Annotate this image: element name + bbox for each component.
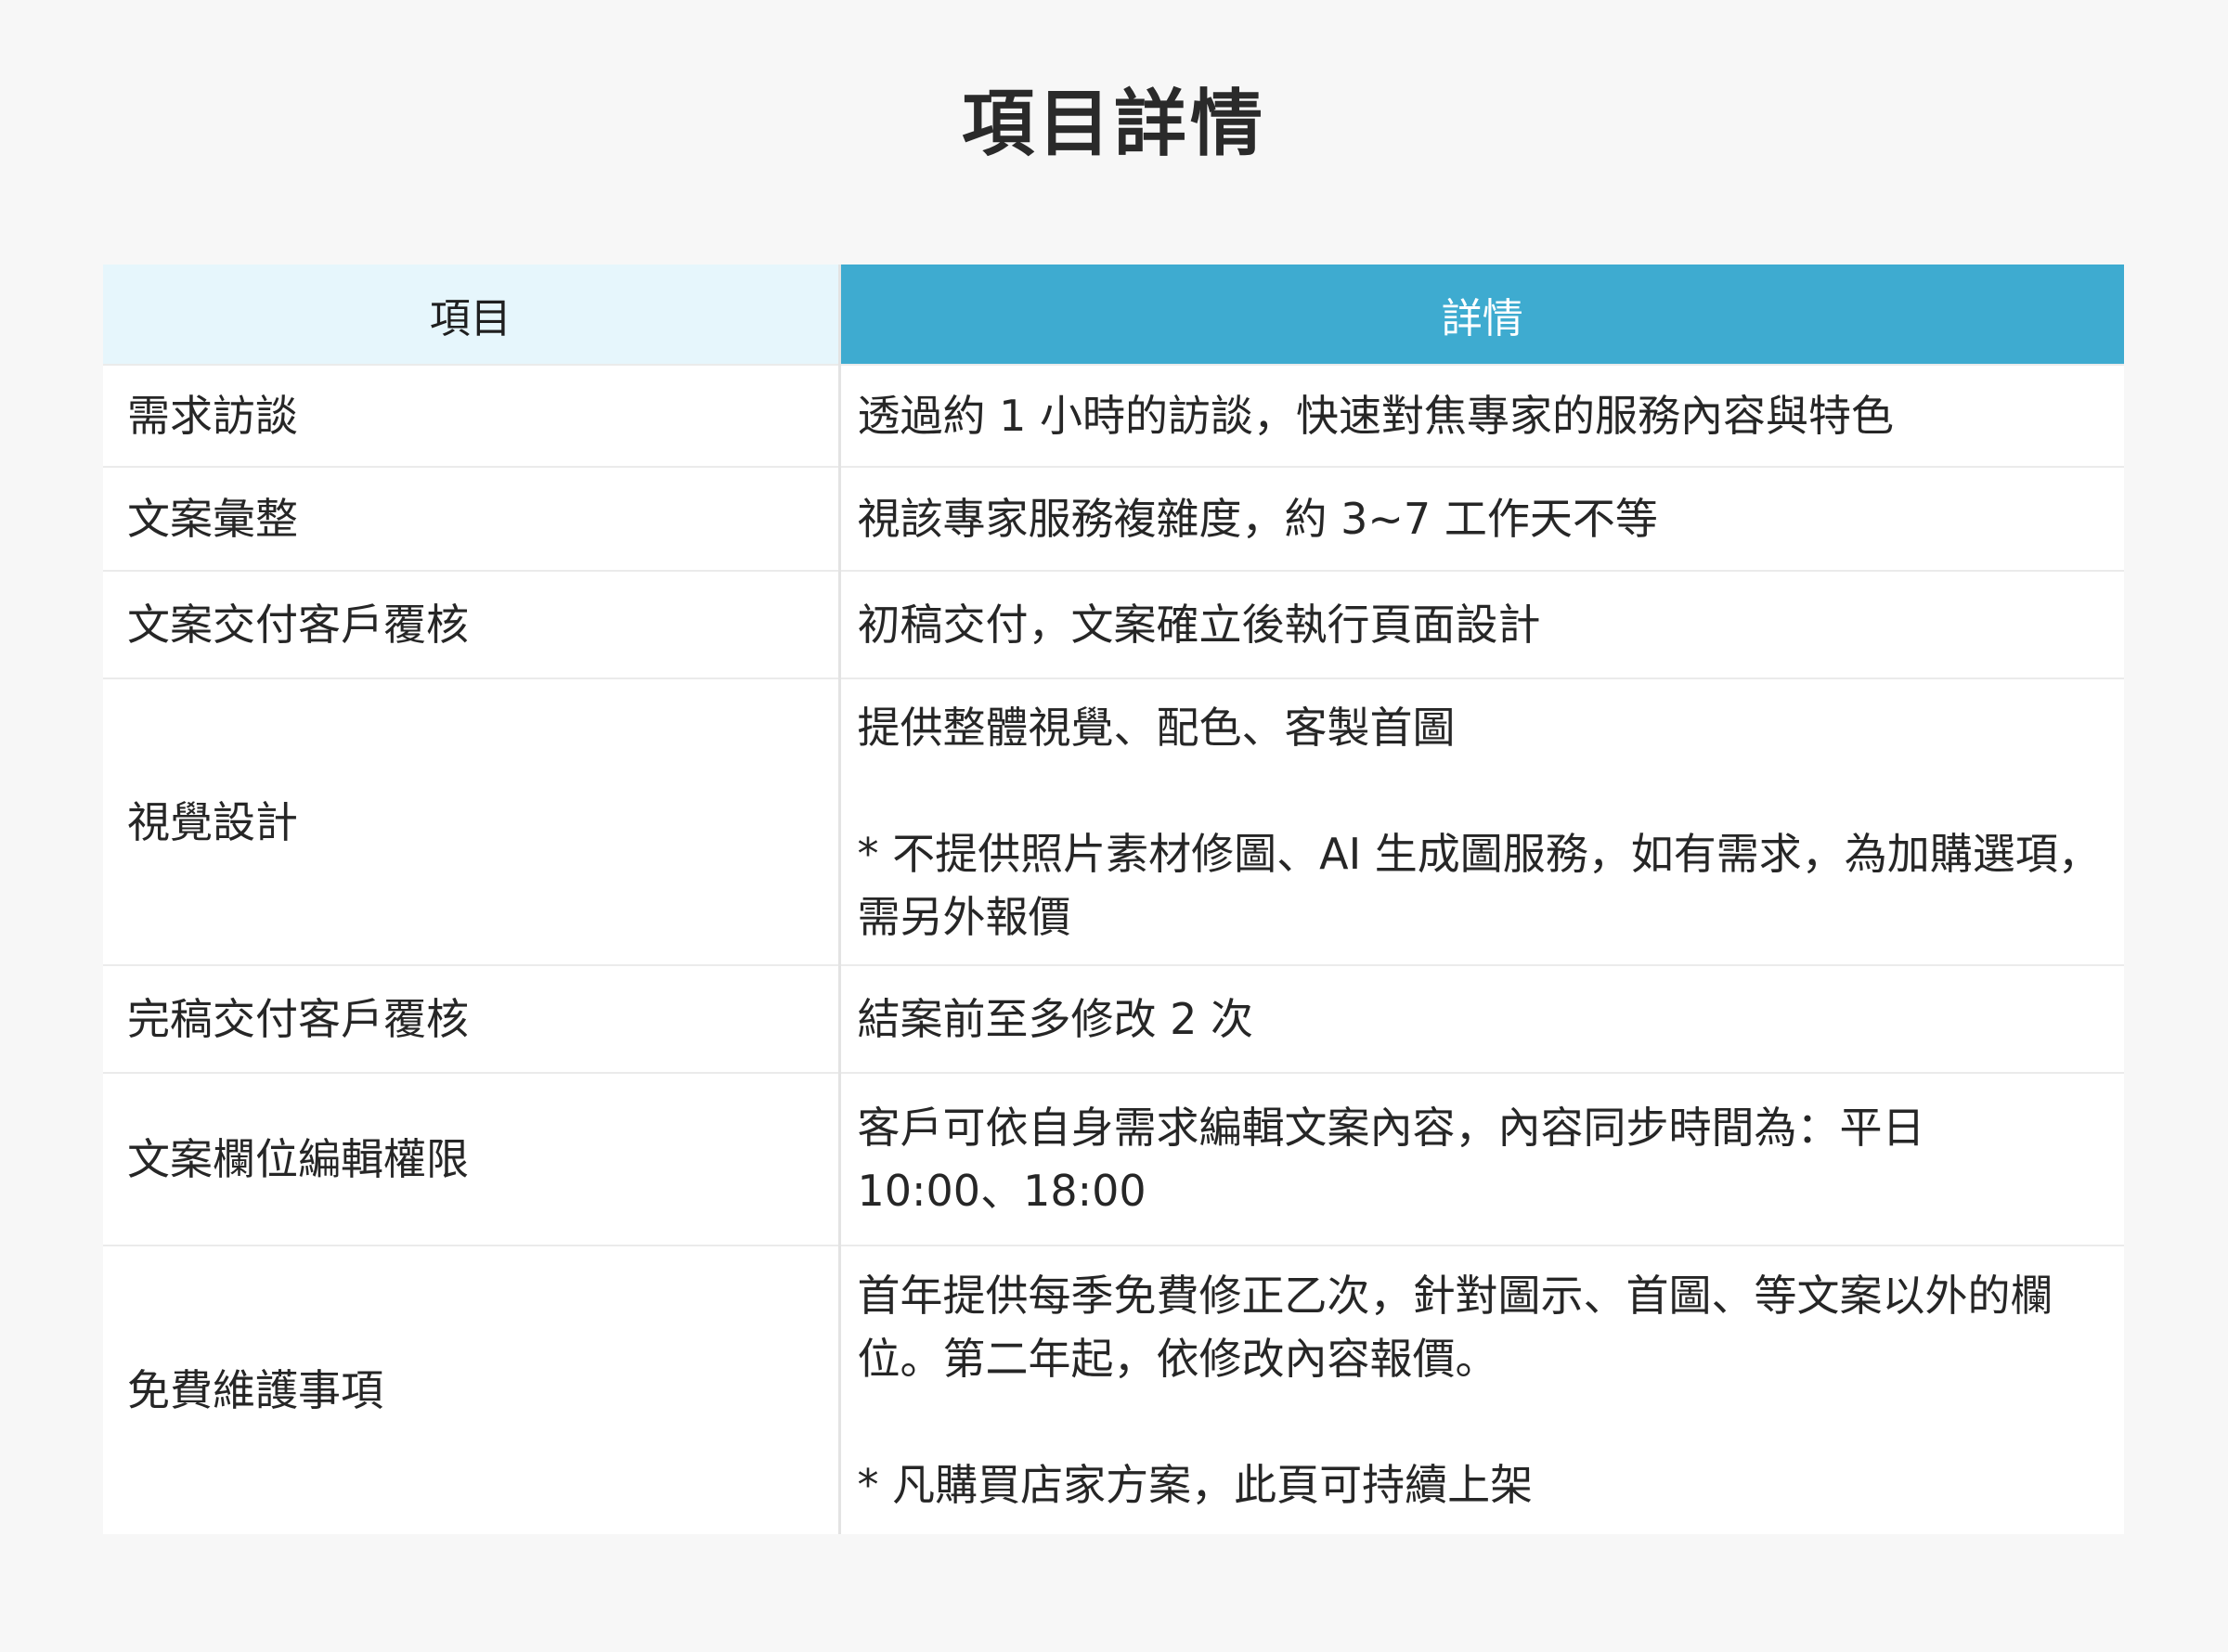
detail-cell: 透過約 1 小時的訪談，快速對焦專家的服務內容與特色 [837, 364, 2124, 467]
item-cell: 需求訪談 [103, 364, 839, 467]
item-cell: 視覺設計 [103, 678, 839, 965]
detail-cell: 客戶可依自身需求編輯文案內容，內容同步時間為：平日 10:00、18:00 [837, 1072, 2124, 1245]
column-header-item: 項目 [103, 265, 839, 365]
column-header-detail: 詳情 [837, 265, 2124, 365]
item-cell: 文案欄位編輯權限 [103, 1072, 839, 1245]
table-row: 視覺設計 提供整體視覺、配色、客製首圖 * 不提供照片素材修圖、AI 生成圖服務… [103, 678, 2124, 965]
item-cell: 完稿交付客戶覆核 [103, 964, 839, 1073]
detail-cell: 提供整體視覺、配色、客製首圖 * 不提供照片素材修圖、AI 生成圖服務，如有需求… [837, 678, 2124, 965]
header-row: 項目 詳情 [103, 265, 2124, 365]
details-table: 項目 詳情 需求訪談 透過約 1 小時的訪談，快速對焦專家的服務內容與特色 文案… [103, 265, 2124, 1534]
table-row: 完稿交付客戶覆核 結案前至多修改 2 次 [103, 964, 2124, 1073]
table-header: 項目 詳情 [103, 265, 2124, 365]
page-title: 項目詳情 [961, 83, 1266, 166]
item-cell: 文案彙整 [103, 466, 839, 571]
table-body: 需求訪談 透過約 1 小時的訪談，快速對焦專家的服務內容與特色 文案彙整 視該專… [103, 364, 2124, 1534]
detail-cell: 初稿交付，文案確立後執行頁面設計 [837, 570, 2124, 678]
table-row: 文案欄位編輯權限 客戶可依自身需求編輯文案內容，內容同步時間為：平日 10:00… [103, 1072, 2124, 1245]
table-row: 免費維護事項 首年提供每季免費修正乙次，針對圖示、首圖、等文案以外的欄位。第二年… [103, 1245, 2124, 1534]
table-row: 需求訪談 透過約 1 小時的訪談，快速對焦專家的服務內容與特色 [103, 364, 2124, 467]
details-table-container: 項目 詳情 需求訪談 透過約 1 小時的訪談，快速對焦專家的服務內容與特色 文案… [103, 265, 2124, 1534]
table-row: 文案彙整 視該專家服務複雜度，約 3~7 工作天不等 [103, 466, 2124, 571]
detail-cell: 首年提供每季免費修正乙次，針對圖示、首圖、等文案以外的欄位。第二年起，依修改內容… [837, 1245, 2124, 1534]
table-row: 文案交付客戶覆核 初稿交付，文案確立後執行頁面設計 [103, 570, 2124, 678]
detail-cell: 結案前至多修改 2 次 [837, 964, 2124, 1073]
detail-cell: 視該專家服務複雜度，約 3~7 工作天不等 [837, 466, 2124, 571]
item-cell: 免費維護事項 [103, 1245, 839, 1534]
item-cell: 文案交付客戶覆核 [103, 570, 839, 678]
